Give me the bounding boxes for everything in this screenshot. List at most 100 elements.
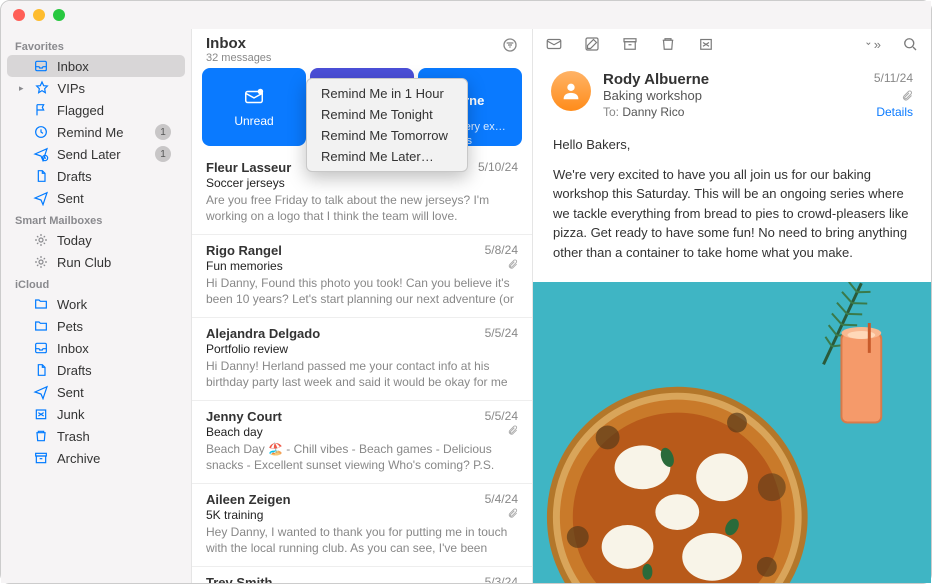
folder-icon: [33, 296, 49, 312]
sidebar-item-today[interactable]: Today: [7, 229, 185, 251]
sidebar-item-archive[interactable]: Archive: [7, 447, 185, 469]
sidebar-item-remind-me[interactable]: Remind Me 1: [7, 121, 185, 143]
sidebar-item-trash[interactable]: Trash: [7, 425, 185, 447]
list-header: Inbox 32 messages: [192, 29, 532, 68]
badge: 1: [155, 124, 171, 140]
unread-card[interactable]: Unread: [202, 68, 306, 146]
sidebar-item-label: Inbox: [57, 341, 171, 356]
message-row[interactable]: Trev Smith5/3/24Illustration referenceHi…: [192, 567, 532, 583]
sidebar-item-label: Remind Me: [57, 125, 147, 140]
sidebar-item-label: Drafts: [57, 363, 171, 378]
message-row[interactable]: Alejandra Delgado5/5/24Portfolio reviewH…: [192, 318, 532, 401]
paperclip-icon: [507, 508, 518, 522]
reader-body: Hello Bakers,We're very excited to have …: [533, 125, 931, 282]
message-date: 5/10/24: [478, 160, 518, 175]
chevron-right-icon[interactable]: ▸: [19, 83, 24, 94]
message-list[interactable]: Fleur Lasseur 5/10/24 Soccer jerseys Are yo…: [192, 152, 532, 583]
sidebar-item-vips[interactable]: ▸ VIPs: [7, 77, 185, 99]
sidebar-item-pets[interactable]: Pets: [7, 315, 185, 337]
sidebar-item-sent[interactable]: Sent: [7, 187, 185, 209]
message-subject: Soccer jerseys: [206, 176, 285, 190]
doc-icon: [33, 362, 49, 378]
sidebar-item-label: Drafts: [57, 169, 171, 184]
more-icon[interactable]: .»: [863, 35, 881, 53]
inbox-title: Inbox: [206, 35, 271, 52]
message-count: 32 messages: [206, 52, 271, 64]
sidebar-item-label: Work: [57, 297, 171, 312]
archive-icon: [33, 450, 49, 466]
gear-icon: [33, 254, 49, 270]
junk-icon[interactable]: [697, 35, 715, 53]
message-date: 5/4/24: [485, 492, 518, 507]
sidebar-section-header: Favorites: [1, 35, 191, 55]
filter-icon[interactable]: [502, 35, 518, 53]
reader-pane: .» Rody Albuerne 5/11/24 Baking workshop…: [533, 29, 931, 583]
sidebar-section-header: iCloud: [1, 273, 191, 293]
sidebar-item-label: VIPs: [58, 81, 171, 96]
message-row[interactable]: Rigo Rangel5/8/24Fun memoriesHi Danny, F…: [192, 235, 532, 318]
message-from: Jenny Court: [206, 409, 282, 424]
paperclip-icon: [507, 425, 518, 439]
folder-icon: [33, 318, 49, 334]
reader-header: Rody Albuerne 5/11/24 Baking workshop To…: [533, 59, 931, 125]
message-list-pane: Inbox 32 messages Unread Rem Rody: [191, 29, 533, 583]
clock-icon: [33, 124, 49, 140]
sidebar-item-inbox[interactable]: Inbox: [7, 337, 185, 359]
sidebar-item-inbox[interactable]: Inbox: [7, 55, 185, 77]
top-cards: Unread Rem Rody Albuerne hop We're very …: [192, 68, 532, 152]
message-date: 5/5/24: [485, 326, 518, 341]
message-from: Alejandra Delgado: [206, 326, 320, 341]
details-link[interactable]: Details: [876, 105, 913, 119]
compose-icon[interactable]: [583, 35, 601, 53]
sidebar-item-run-club[interactable]: Run Club: [7, 251, 185, 273]
tray-icon: [33, 58, 49, 74]
sidebar-item-drafts[interactable]: Drafts: [7, 359, 185, 381]
archive-icon[interactable]: [621, 35, 639, 53]
menu-item[interactable]: Remind Me Tomorrow: [307, 125, 467, 146]
minimize-button[interactable]: [33, 9, 45, 21]
menu-item[interactable]: Remind Me in 1 Hour: [307, 83, 467, 104]
message-from: Trev Smith: [206, 575, 272, 583]
sidebar-item-junk[interactable]: Junk: [7, 403, 185, 425]
sidebar-item-label: Sent: [57, 191, 171, 206]
message-from: Fleur Lasseur: [206, 160, 291, 175]
sidebar-item-label: Pets: [57, 319, 171, 334]
sidebar-item-sent[interactable]: Sent: [7, 381, 185, 403]
trash-icon[interactable]: [659, 35, 677, 53]
sidebar-item-label: Inbox: [57, 59, 171, 74]
sidebar-item-label: Junk: [57, 407, 171, 422]
message-from: Rigo Rangel: [206, 243, 282, 258]
trash-icon: [33, 428, 49, 444]
message-from: Aileen Zeigen: [206, 492, 291, 507]
message-date: 5/5/24: [485, 409, 518, 424]
maximize-button[interactable]: [53, 9, 65, 21]
message-row[interactable]: Aileen Zeigen5/4/245K trainingHey Danny,…: [192, 484, 532, 567]
sidebar-item-label: Send Later: [57, 147, 147, 162]
sidebar-item-label: Today: [57, 233, 171, 248]
message-subject: Beach day: [206, 425, 263, 439]
gear-icon: [33, 232, 49, 248]
close-button[interactable]: [13, 9, 25, 21]
sidebar-item-flagged[interactable]: Flagged: [7, 99, 185, 121]
message-preview: Are you free Friday to talk about the ne…: [206, 192, 518, 224]
reader-subject: Baking workshop: [603, 88, 702, 103]
message-row[interactable]: Jenny Court5/5/24Beach dayBeach Day 🏖️ -…: [192, 401, 532, 484]
paperclip-icon: [901, 90, 913, 102]
menu-item[interactable]: Remind Me Tonight: [307, 104, 467, 125]
sidebar-item-send-later[interactable]: Send Later1: [7, 143, 185, 165]
sidebar: Favorites Inbox ▸ VIPs Flagged Remind Me 1 Send…: [1, 29, 191, 583]
sidebar-item-label: Run Club: [57, 255, 171, 270]
sidebar-item-work[interactable]: Work: [7, 293, 185, 315]
envelope-badge-icon: [243, 86, 265, 108]
sidebar-item-label: Trash: [57, 429, 171, 444]
search-icon[interactable]: [901, 35, 919, 53]
flag-icon: [33, 102, 49, 118]
sidebar-item-drafts[interactable]: Drafts: [7, 165, 185, 187]
message-date: 5/3/24: [485, 575, 518, 583]
envelope-icon[interactable]: [545, 35, 563, 53]
sidebar-section-header: Smart Mailboxes: [1, 209, 191, 229]
menu-item[interactable]: Remind Me Later…: [307, 146, 467, 167]
reader-paragraph: Hello Bakers,: [553, 135, 911, 155]
to-value: Danny Rico: [622, 105, 684, 119]
message-date: 5/8/24: [485, 243, 518, 258]
